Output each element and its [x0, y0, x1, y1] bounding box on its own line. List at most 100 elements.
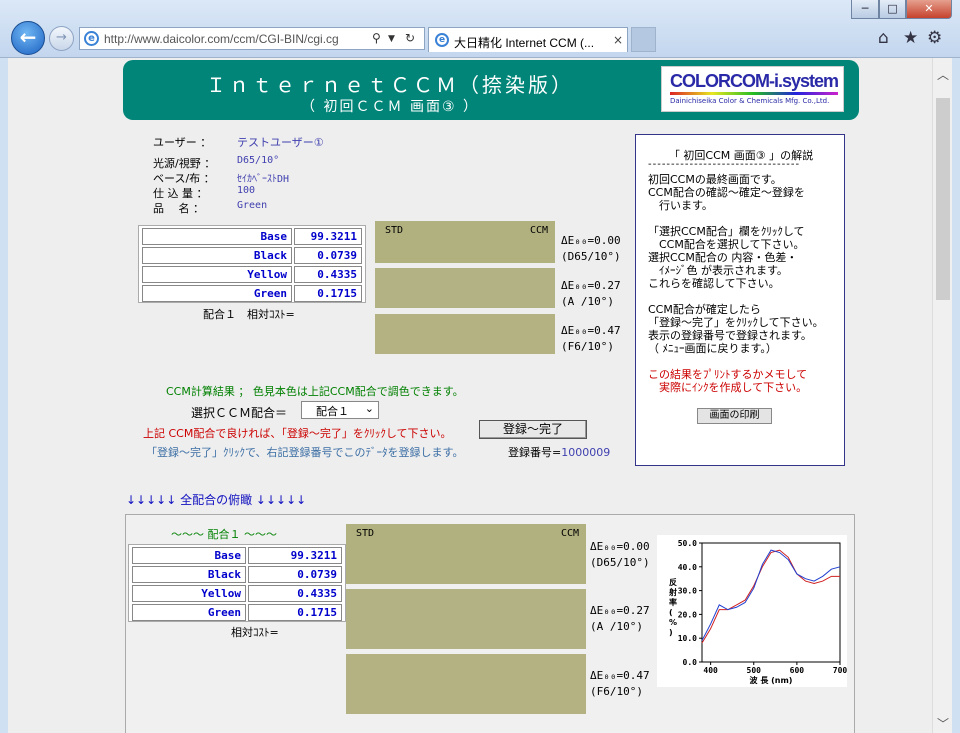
refresh-icon[interactable]: ↻ — [405, 31, 415, 45]
explanation-warning: この結果をﾌﾟﾘﾝﾄするかメモして — [648, 368, 808, 381]
window-edge — [952, 58, 960, 733]
selected-value: 配合１ — [316, 405, 349, 418]
formula-name: Yellow — [142, 266, 292, 283]
register-note: 「登録～完了」ｸﾘｯｸで、右記登録番号でこのﾃﾞｰﾀを登録します。 — [146, 446, 464, 459]
scroll-up-icon[interactable]: ︿ — [933, 66, 953, 83]
maximize-button[interactable]: □ — [879, 0, 906, 19]
scroll-down-icon[interactable]: ﹀ — [933, 715, 953, 732]
search-icon[interactable]: ⚲ — [372, 31, 381, 45]
formula1-title: ～～～ 配合１ ～～～ — [171, 528, 277, 541]
y-tick-label: 10.0 — [678, 634, 697, 643]
amount-value: 100 — [237, 185, 256, 196]
color-swatch-a — [346, 589, 586, 649]
color-swatch-a — [375, 268, 555, 308]
illuminant-label: (D65/10°) — [590, 556, 650, 569]
formula-name: Base — [132, 547, 246, 564]
y-tick-label: 40.0 — [678, 563, 697, 572]
delta-e-value: ΔE₀₀=0.47 — [590, 669, 650, 682]
formula-value: 99.3211 — [294, 228, 362, 245]
chevron-down-icon: ⌄ — [364, 402, 374, 415]
explanation-line: CCM配合を選択して下さい。 — [648, 238, 805, 251]
ie-icon: e — [84, 31, 99, 46]
address-bar[interactable]: e http://www.daicolor.com/ccm/CGI-BIN/cg… — [79, 27, 425, 50]
calc-result-text: CCM計算結果 ； 色見本色は上記CCM配合で調色できます。 — [166, 385, 464, 398]
overview-panel: ～～～ 配合１ ～～～ Base 99.3211 Black 0.0739 Ye… — [125, 514, 855, 733]
ccm-label: CCM — [561, 528, 580, 539]
formula-name: Green — [142, 285, 292, 302]
tab-close-icon[interactable]: × — [613, 33, 623, 47]
logo-company: Dainichiseika Color & Chemicals Mfg. Co.… — [670, 97, 830, 105]
explanation-line: 「選択CCM配合」欄をｸﾘｯｸして — [648, 225, 805, 238]
dropdown-icon[interactable]: ▼ — [388, 34, 395, 44]
formula-select[interactable]: 配合１ ⌄ — [301, 401, 379, 419]
page-content: ＩｎｔｅｒｎｅｔＣＣＭ（捺染版） （ 初回ＣＣＭ 画面③ ） COLORCOM-… — [8, 58, 932, 733]
amount-label: 仕 込 量 ： — [153, 187, 208, 200]
formula-caption: 相対ｺｽﾄ= — [231, 626, 279, 639]
explanation-line: これらを確認して下さい。 — [648, 277, 780, 290]
color-swatch-d65: STD CCM — [346, 524, 586, 584]
formula-name: Yellow — [132, 585, 246, 602]
print-screen-button[interactable]: 画面の印刷 — [697, 408, 772, 424]
explanation-line: CCM配合が確定したら — [648, 303, 761, 316]
overview-heading: ↓↓↓↓↓ 全配合の俯瞰 ↓↓↓↓↓ — [126, 493, 307, 507]
ccm-label: CCM — [530, 225, 549, 236]
formula-value: 0.0739 — [248, 566, 342, 583]
back-arrow-icon[interactable]: ← — [11, 21, 45, 55]
page-subtitle: （ 初回ＣＣＭ 画面③ ） — [301, 99, 479, 115]
y-tick-label: 20.0 — [678, 610, 697, 619]
y-tick-label: 30.0 — [678, 587, 697, 596]
base-value: ｾｲｶﾍﾞｰｽﾄDH — [237, 174, 290, 185]
formula-name: Black — [142, 247, 292, 264]
illuminant-label: (F6/10°) — [561, 340, 614, 353]
tab-active[interactable]: e 大日精化 Internet CCM (... × — [428, 27, 628, 52]
light-label: 光源/視野 ： — [153, 157, 216, 170]
product-label: 品 名 ： — [153, 202, 204, 215]
formula-value: 0.1715 — [294, 285, 362, 302]
scroll-thumb[interactable] — [936, 98, 950, 300]
formula-value: 0.4335 — [248, 585, 342, 602]
color-swatch-f6 — [375, 314, 555, 354]
vertical-scrollbar[interactable]: ︿ ﹀ — [932, 58, 952, 733]
color-swatch-f6 — [346, 654, 586, 714]
x-tick-label: 400 — [703, 666, 718, 675]
logo-text: COLORCOM-i.system — [670, 71, 839, 91]
address-url[interactable]: http://www.daicolor.com/ccm/CGI-BIN/cgi.… — [104, 32, 360, 47]
close-window-button[interactable]: ✕ — [906, 0, 952, 19]
formula-value: 99.3211 — [248, 547, 342, 564]
delta-e-f6: ΔE₀₀=0.47 (F6/10°) — [590, 668, 650, 700]
illuminant-label: (A /10°) — [590, 620, 643, 633]
explanation-line: 選択CCM配合の 内容・色差・ — [648, 251, 798, 264]
registration-number: 登録番号=1000009 — [508, 444, 610, 460]
formula-value: 0.4335 — [294, 266, 362, 283]
color-swatch-d65: STD CCM — [375, 221, 555, 263]
confirm-note: 上記 CCM配合で良ければ、「登録～完了」をｸﾘｯｸして下さい。 — [143, 427, 452, 440]
delta-e-value: ΔE₀₀=0.27 — [590, 604, 650, 617]
explanation-line: 初回CCMの最終画面です。 — [648, 173, 782, 186]
user-value: テストユーザー① — [237, 136, 324, 149]
gear-icon[interactable]: ⚙ — [927, 28, 942, 48]
product-value: Green — [237, 200, 268, 211]
formula-value: 0.1715 — [248, 604, 342, 621]
minimize-button[interactable]: ─ — [851, 0, 879, 19]
formula-name: Green — [132, 604, 246, 621]
register-complete-button[interactable]: 登録～完了 — [479, 420, 587, 439]
new-tab-button[interactable] — [631, 27, 656, 52]
favorites-star-icon[interactable]: ★ — [903, 28, 918, 48]
browser-chrome: ─ □ ✕ ← → e http://www.daicolor.com/ccm/… — [0, 0, 960, 58]
delta-e-value: ΔE₀₀=0.27 — [561, 279, 621, 292]
delta-e-f6: ΔE₀₀=0.47 (F6/10°) — [561, 323, 621, 355]
forward-arrow-icon[interactable]: → — [49, 26, 74, 51]
base-label: ベース/布 ： — [153, 172, 215, 185]
y-tick-label: 0.0 — [683, 658, 698, 667]
delta-e-value: ΔE₀₀=0.00 — [561, 234, 621, 247]
home-icon[interactable]: ⌂ — [878, 28, 889, 48]
x-tick-label: 500 — [747, 666, 762, 675]
page-header: ＩｎｔｅｒｎｅｔＣＣＭ（捺染版） （ 初回ＣＣＭ 画面③ ） COLORCOM-… — [123, 60, 859, 120]
illuminant-label: (D65/10°) — [561, 250, 621, 263]
ie-icon: e — [435, 33, 449, 47]
illuminant-label: (A /10°) — [561, 295, 614, 308]
formula-name: Base — [142, 228, 292, 245]
logo-rainbow-bar — [670, 92, 838, 95]
light-value: D65/10° — [237, 155, 280, 166]
formula-table: Base 99.3211 Black 0.0739 Yellow 0.4335 … — [138, 225, 366, 303]
